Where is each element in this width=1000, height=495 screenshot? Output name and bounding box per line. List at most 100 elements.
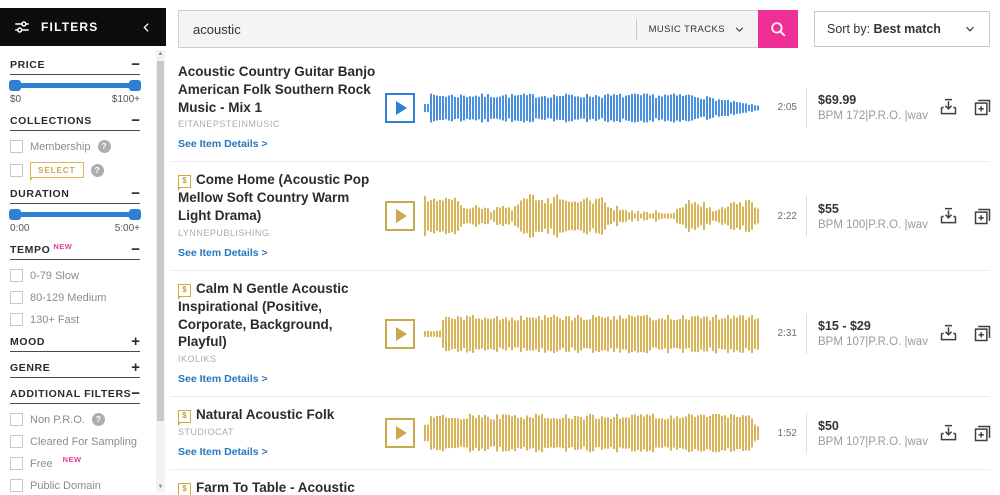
filter-option-label: Non P.R.O. — [30, 414, 85, 426]
track-title[interactable]: $Calm N Gentle Acoustic Inspirational (P… — [178, 280, 377, 351]
filter-option-cleared-for-sampling[interactable]: Cleared For Sampling — [10, 435, 140, 448]
filters-sidebar: FILTERS PRICE−$0$100+COLLECTIONS−Members… — [0, 0, 166, 495]
track-author[interactable]: LYNNEPUBLISHING — [178, 228, 377, 238]
checkbox[interactable] — [10, 291, 23, 304]
slider-handle-min[interactable] — [9, 80, 21, 91]
add-to-collection-button[interactable] — [972, 206, 993, 227]
collapse-icon[interactable]: − — [131, 245, 140, 255]
filter-option-membership[interactable]: Membership? — [10, 140, 140, 153]
filter-option-0-79-slow[interactable]: 0-79 Slow — [10, 269, 140, 282]
checkbox[interactable] — [10, 164, 23, 177]
filter-section-header[interactable]: DURATION− — [10, 188, 140, 204]
sort-value: Best match — [874, 22, 941, 36]
track-row: Acoustic Country Guitar Banjo American F… — [170, 54, 990, 162]
track-meta: BPM 107|P.R.O. |wav — [818, 436, 938, 448]
track-author[interactable]: EITANEPSTEINMUSIC — [178, 119, 377, 129]
waveform-graphic — [424, 193, 759, 239]
range-slider[interactable] — [11, 212, 139, 217]
scrollbar-thumb[interactable] — [157, 61, 164, 421]
waveform[interactable] — [424, 193, 759, 239]
play-button[interactable] — [385, 319, 415, 349]
filter-option-public-domain[interactable]: Public Domain — [10, 479, 140, 492]
play-icon — [396, 101, 407, 115]
sort-dropdown[interactable]: Sort by: Best match — [814, 11, 990, 47]
filter-option-select[interactable]: SELECT? — [10, 162, 140, 178]
add-to-collection-button[interactable] — [972, 97, 993, 118]
help-icon[interactable]: ? — [98, 140, 111, 153]
checkbox[interactable] — [10, 435, 23, 448]
download-preview-button[interactable] — [938, 423, 959, 444]
slider-handle-min[interactable] — [9, 209, 21, 220]
collapse-icon[interactable]: − — [131, 389, 140, 399]
filter-section-header[interactable]: COLLECTIONS − — [10, 115, 140, 131]
see-item-details-link[interactable]: See Item Details > — [178, 247, 268, 259]
add-to-collection-icon — [972, 206, 993, 227]
slider-handle-max[interactable] — [129, 209, 141, 220]
results-area: MUSIC TRACKS Sort by: Best match — [170, 0, 990, 495]
filter-section-header[interactable]: TEMPONEW− — [10, 244, 140, 260]
filter-section-header[interactable]: ADDITIONAL FILTERS− — [10, 388, 140, 404]
filter-option-non-p-r-o-[interactable]: Non P.R.O.? — [10, 413, 140, 426]
waveform[interactable] — [424, 311, 759, 357]
search-button[interactable] — [758, 10, 798, 48]
collapse-icon[interactable]: − — [131, 116, 140, 126]
search-input[interactable] — [179, 11, 636, 47]
play-button[interactable] — [385, 201, 415, 231]
see-item-details-link[interactable]: See Item Details > — [178, 373, 268, 385]
expand-icon[interactable]: + — [131, 337, 140, 347]
expand-icon[interactable]: + — [131, 363, 140, 373]
slider-handle-max[interactable] — [129, 80, 141, 91]
track-author[interactable]: STUDIOCAT — [178, 427, 377, 437]
search-scope-label: MUSIC TRACKS — [649, 24, 725, 35]
play-icon — [396, 327, 407, 341]
filter-option-80-129-medium[interactable]: 80-129 Medium — [10, 291, 140, 304]
scroll-up-arrow-icon[interactable]: ▲ — [156, 50, 165, 59]
waveform[interactable] — [424, 410, 759, 456]
search-scope-dropdown[interactable]: MUSIC TRACKS — [636, 19, 758, 40]
collapse-icon[interactable]: − — [131, 189, 140, 199]
checkbox[interactable] — [10, 457, 23, 470]
track-title[interactable]: Acoustic Country Guitar Banjo American F… — [178, 63, 377, 116]
see-item-details-link[interactable]: See Item Details > — [178, 446, 268, 458]
collapse-sidebar-button[interactable] — [140, 21, 153, 34]
checkbox[interactable] — [10, 313, 23, 326]
track-author[interactable]: IKOLIKS — [178, 354, 377, 364]
see-item-details-link[interactable]: See Item Details > — [178, 138, 268, 150]
filter-section-label: ADDITIONAL FILTERS — [10, 388, 131, 400]
add-to-collection-button[interactable] — [972, 423, 993, 444]
select-collection-badge[interactable]: SELECT — [30, 162, 84, 178]
help-icon[interactable]: ? — [91, 164, 104, 177]
download-icon — [938, 97, 959, 118]
checkbox[interactable] — [10, 140, 23, 153]
filter-section-label: COLLECTIONS — [10, 115, 92, 127]
add-to-collection-button[interactable] — [972, 323, 993, 344]
sidebar-scrollbar[interactable]: ▲ ▼ — [156, 50, 165, 492]
track-title[interactable]: $Come Home (Acoustic Pop Mellow Soft Cou… — [178, 171, 377, 224]
collapse-icon[interactable]: − — [131, 60, 140, 70]
range-slider[interactable] — [11, 83, 139, 88]
filter-section-header[interactable]: GENRE+ — [10, 362, 140, 378]
filters-title: FILTERS — [41, 20, 99, 34]
play-button[interactable] — [385, 418, 415, 448]
checkbox[interactable] — [10, 269, 23, 282]
checkbox[interactable] — [10, 413, 23, 426]
track-title[interactable]: $Farm To Table - Acoustic Uplifting Insp… — [178, 479, 377, 495]
filter-section-header[interactable]: MOOD+ — [10, 336, 140, 352]
sliders-icon — [13, 18, 31, 36]
paid-license-badge-icon: $ — [178, 410, 191, 423]
download-preview-button[interactable] — [938, 97, 959, 118]
play-button[interactable] — [385, 93, 415, 123]
track-title[interactable]: $Natural Acoustic Folk — [178, 406, 377, 424]
download-preview-button[interactable] — [938, 323, 959, 344]
filter-section-header[interactable]: PRICE− — [10, 59, 140, 75]
filter-option-free[interactable]: FreeNEW — [10, 457, 140, 470]
track-duration: 2:31 — [761, 328, 797, 339]
download-preview-button[interactable] — [938, 206, 959, 227]
checkbox[interactable] — [10, 479, 23, 492]
scroll-down-arrow-icon[interactable]: ▼ — [156, 483, 165, 492]
download-icon — [938, 423, 959, 444]
play-icon — [396, 426, 407, 440]
waveform[interactable] — [424, 85, 759, 131]
filter-option-130-fast[interactable]: 130+ Fast — [10, 313, 140, 326]
help-icon[interactable]: ? — [92, 413, 105, 426]
